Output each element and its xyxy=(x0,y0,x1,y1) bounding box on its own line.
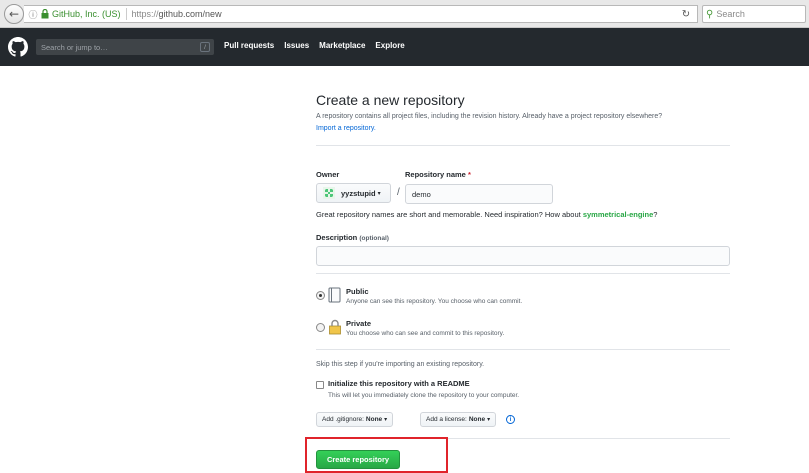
name-suggestion[interactable]: symmetrical-engine xyxy=(583,210,653,219)
nav-marketplace[interactable]: Marketplace xyxy=(319,41,365,50)
nav-pull-requests[interactable]: Pull requests xyxy=(224,41,274,50)
caret-down-icon: ▾ xyxy=(384,417,388,423)
browser-search-placeholder: Search xyxy=(716,9,745,19)
avatar xyxy=(323,187,335,199)
gitignore-prefix: Add .gitignore: xyxy=(322,416,364,423)
site-identity: GitHub, Inc. (US) xyxy=(52,9,121,19)
skip-note: Skip this step if you're importing an ex… xyxy=(316,361,485,368)
license-prefix: Add a license: xyxy=(426,416,467,423)
nav-issues[interactable]: Issues xyxy=(284,41,309,50)
public-radio[interactable] xyxy=(316,291,325,300)
header-nav: Pull requests Issues Marketplace Explore xyxy=(224,41,405,50)
owner-repo-separator: / xyxy=(397,187,400,198)
private-title: Private xyxy=(346,319,372,328)
readme-title: Initialize this repository with a README xyxy=(328,379,470,388)
divider xyxy=(316,349,730,350)
reload-icon[interactable]: ↻ xyxy=(678,6,694,22)
readme-option[interactable]: Initialize this repository with a README xyxy=(316,379,470,389)
private-radio[interactable] xyxy=(316,323,325,332)
readme-checkbox[interactable] xyxy=(316,381,324,389)
repo-name-label-text: Repository name xyxy=(405,170,466,179)
license-value: None xyxy=(468,416,486,423)
required-mark: * xyxy=(467,170,471,179)
name-hint: Great repository names are short and mem… xyxy=(316,210,657,219)
info-icon[interactable]: ⓘ xyxy=(27,8,39,21)
name-hint-text: Great repository names are short and mem… xyxy=(316,210,583,219)
url-scheme: https:// xyxy=(131,9,159,19)
page-description: A repository contains all project files,… xyxy=(316,113,663,120)
optional-tag: (optional) xyxy=(359,235,389,242)
public-title: Public xyxy=(346,287,369,296)
description-label: Description (optional) xyxy=(316,233,389,242)
gitignore-value: None xyxy=(365,416,383,423)
private-note: You choose who can see and commit to thi… xyxy=(346,330,505,337)
caret-down-icon: ▾ xyxy=(377,190,381,197)
visibility-private-option[interactable]: Private You choose who can see and commi… xyxy=(316,319,504,337)
lock-icon xyxy=(328,319,342,335)
browser-toolbar: ← ⓘ GitHub, Inc. (US) https:// github.co… xyxy=(0,0,809,28)
description-label-text: Description xyxy=(316,233,358,242)
import-repository-link[interactable]: Import a repository. xyxy=(316,125,376,132)
license-select[interactable]: Add a license: None ▾ xyxy=(420,412,497,427)
repository-name-input[interactable] xyxy=(405,184,553,204)
gitignore-select[interactable]: Add .gitignore: None ▾ xyxy=(316,412,394,427)
nav-explore[interactable]: Explore xyxy=(375,41,404,50)
slash-shortcut-badge: / xyxy=(200,42,210,52)
info-icon[interactable]: i xyxy=(506,415,515,424)
github-logo-icon[interactable] xyxy=(8,37,28,57)
repo-name-label: Repository name * xyxy=(405,170,471,179)
repo-book-icon xyxy=(328,287,342,303)
name-hint-suffix: ? xyxy=(653,210,658,219)
back-arrow-icon[interactable]: ← xyxy=(4,4,24,24)
owner-label: Owner xyxy=(316,170,340,179)
browser-search-field[interactable]: ⚲ Search xyxy=(702,5,806,23)
divider xyxy=(316,145,730,146)
github-header: Search or jump to… / Pull requests Issue… xyxy=(0,28,809,66)
readme-note: This will let you immediately clone the … xyxy=(328,392,520,399)
owner-value: yyzstupid xyxy=(341,188,376,198)
description-input[interactable] xyxy=(316,246,730,266)
search-icon: ⚲ xyxy=(706,8,714,20)
address-bar[interactable]: ⓘ GitHub, Inc. (US) https:// github.com/… xyxy=(24,5,698,23)
highlight-annotation-box xyxy=(305,437,448,473)
github-search-placeholder: Search or jump to… xyxy=(41,42,108,52)
visibility-public-option[interactable]: Public Anyone can see this repository. Y… xyxy=(316,287,522,305)
page-title: Create a new repository xyxy=(316,92,465,108)
divider xyxy=(316,273,730,274)
url-path: github.com/new xyxy=(158,9,222,19)
public-note: Anyone can see this repository. You choo… xyxy=(346,298,523,305)
url-divider xyxy=(125,8,127,20)
lock-icon xyxy=(40,8,50,20)
github-search-input[interactable]: Search or jump to… / xyxy=(36,39,214,55)
owner-select[interactable]: yyzstupid ▾ xyxy=(316,183,391,203)
caret-down-icon: ▾ xyxy=(487,417,491,423)
